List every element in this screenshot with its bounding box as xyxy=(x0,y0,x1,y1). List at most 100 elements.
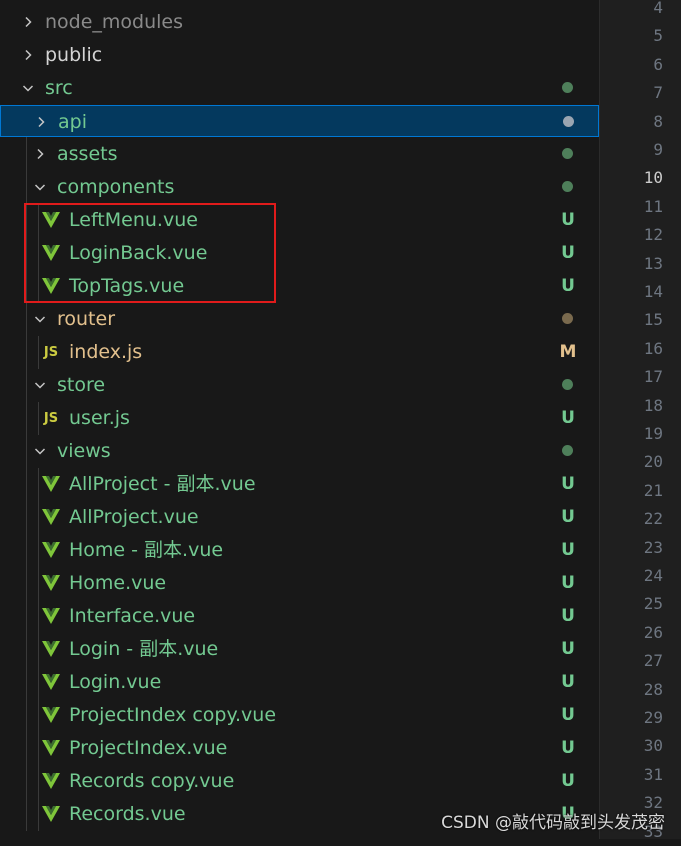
vue-file-icon xyxy=(40,600,62,632)
git-status-dot xyxy=(562,445,573,456)
git-status-dot xyxy=(562,148,573,159)
file-row-login-vue[interactable]: Login - 副本.vue U xyxy=(0,633,599,665)
row-label: Login.vue xyxy=(69,671,162,693)
vue-file-icon xyxy=(40,732,62,764)
chevron-right-icon[interactable] xyxy=(32,138,48,170)
git-status-badge: U xyxy=(561,276,575,296)
line-number: 30 xyxy=(643,736,663,756)
file-row-projectindex-vue[interactable]: ProjectIndex.vue U xyxy=(0,732,599,764)
folder-row-store[interactable]: store xyxy=(0,369,599,401)
row-label: Records.vue xyxy=(69,803,186,825)
line-number: 7 xyxy=(653,83,663,103)
git-status-dot xyxy=(562,379,573,390)
chevron-down-icon[interactable] xyxy=(32,303,48,335)
row-label: src xyxy=(45,77,73,99)
file-row-login-vue[interactable]: Login.vue U xyxy=(0,666,599,698)
vue-file-icon xyxy=(40,633,62,665)
row-label: ProjectIndex.vue xyxy=(69,737,228,759)
vue-file-icon xyxy=(40,567,62,599)
git-status-dot xyxy=(562,82,573,93)
chevron-down-icon[interactable] xyxy=(32,435,48,467)
row-label: Interface.vue xyxy=(69,605,196,627)
editor-gutter: 4 5 6 7 8 9 10 11 12 13 14 15 16 17 18 19 20 21 22 23 24 25 26… xyxy=(600,0,681,841)
file-row-user-js[interactable]: JS user.js U xyxy=(0,402,599,434)
file-row-allproject-vue[interactable]: AllProject.vue U xyxy=(0,501,599,533)
line-number: 4 xyxy=(653,0,663,17)
vue-file-icon xyxy=(40,765,62,797)
git-status-dot xyxy=(562,181,573,192)
git-status-badge: U xyxy=(561,408,575,428)
line-number: 21 xyxy=(643,480,663,500)
row-label: ProjectIndex copy.vue xyxy=(69,704,277,726)
git-status-badge: U xyxy=(561,507,575,527)
git-status-dot xyxy=(563,116,574,127)
row-label: user.js xyxy=(69,407,130,429)
row-label: AllProject - 副本.vue xyxy=(69,473,256,495)
line-number: 25 xyxy=(643,594,663,614)
git-status-badge: U xyxy=(561,771,575,791)
row-label: assets xyxy=(57,143,118,165)
row-label: node_modules xyxy=(45,11,184,33)
file-row-index-js[interactable]: JS index.js M xyxy=(0,336,599,368)
row-label: Home.vue xyxy=(69,572,167,594)
line-number: 16 xyxy=(643,338,663,358)
file-row-projectindex-copy-vue[interactable]: ProjectIndex copy.vue U xyxy=(0,699,599,731)
line-number: 13 xyxy=(643,253,663,273)
vue-file-icon xyxy=(40,468,62,500)
line-number: 26 xyxy=(643,622,663,642)
folder-row-src[interactable]: src xyxy=(0,72,599,104)
folder-row-views[interactable]: views xyxy=(0,435,599,467)
vue-file-icon xyxy=(40,501,62,533)
row-label: Home - 副本.vue xyxy=(69,539,224,561)
folder-row-api[interactable]: api xyxy=(0,105,599,137)
folder-row-node-modules[interactable]: node_modules xyxy=(0,6,599,38)
row-label: api xyxy=(58,111,87,133)
line-number: 18 xyxy=(643,395,663,415)
js-file-icon: JS xyxy=(43,344,59,360)
folder-row-components[interactable]: components xyxy=(0,171,599,203)
line-number: 27 xyxy=(643,651,663,671)
chevron-right-icon[interactable] xyxy=(33,106,49,138)
line-number: 20 xyxy=(643,452,663,472)
git-status-badge: U xyxy=(561,672,575,692)
row-label: Login - 副本.vue xyxy=(69,638,219,660)
git-status-badge: U xyxy=(561,606,575,626)
line-number: 12 xyxy=(643,225,663,245)
line-number: 8 xyxy=(653,111,663,131)
git-status-badge: M xyxy=(559,342,577,362)
line-number: 5 xyxy=(653,26,663,46)
git-status-badge: U xyxy=(561,540,575,560)
watermark: CSDN @敲代码敲到头发茂密 xyxy=(441,813,665,833)
file-row-home-vue[interactable]: Home - 副本.vue U xyxy=(0,534,599,566)
file-row-interface-vue[interactable]: Interface.vue U xyxy=(0,600,599,632)
git-status-badge: U xyxy=(561,243,575,263)
row-label: AllProject.vue xyxy=(69,506,199,528)
folder-row-public[interactable]: public xyxy=(0,39,599,71)
chevron-down-icon[interactable] xyxy=(32,171,48,203)
vue-file-icon xyxy=(40,534,62,566)
git-status-badge: U xyxy=(561,210,575,230)
chevron-down-icon[interactable] xyxy=(20,72,36,104)
folder-row-router[interactable]: router xyxy=(0,303,599,335)
line-number: 28 xyxy=(643,679,663,699)
vue-file-icon xyxy=(40,699,62,731)
file-explorer: node_modulespublic src api assets components… xyxy=(0,0,599,839)
line-number: 15 xyxy=(643,310,663,330)
folder-row-assets[interactable]: assets xyxy=(0,138,599,170)
chevron-down-icon[interactable] xyxy=(32,369,48,401)
line-number: 23 xyxy=(643,537,663,557)
row-label: views xyxy=(57,440,111,462)
file-row-allproject-vue[interactable]: AllProject - 副本.vue U xyxy=(0,468,599,500)
row-label: index.js xyxy=(69,341,143,363)
line-number: 29 xyxy=(643,708,663,727)
line-number: 11 xyxy=(643,196,663,216)
file-row-home-vue[interactable]: Home.vue U xyxy=(0,567,599,599)
file-row-records-copy-vue[interactable]: Records copy.vue U xyxy=(0,765,599,797)
git-status-badge: U xyxy=(561,474,575,494)
git-status-dot xyxy=(562,313,573,324)
row-label: Records copy.vue xyxy=(69,770,235,792)
chevron-right-icon[interactable] xyxy=(20,39,36,71)
line-number: 24 xyxy=(643,566,663,585)
line-number: 14 xyxy=(643,282,663,301)
chevron-right-icon[interactable] xyxy=(20,6,36,38)
